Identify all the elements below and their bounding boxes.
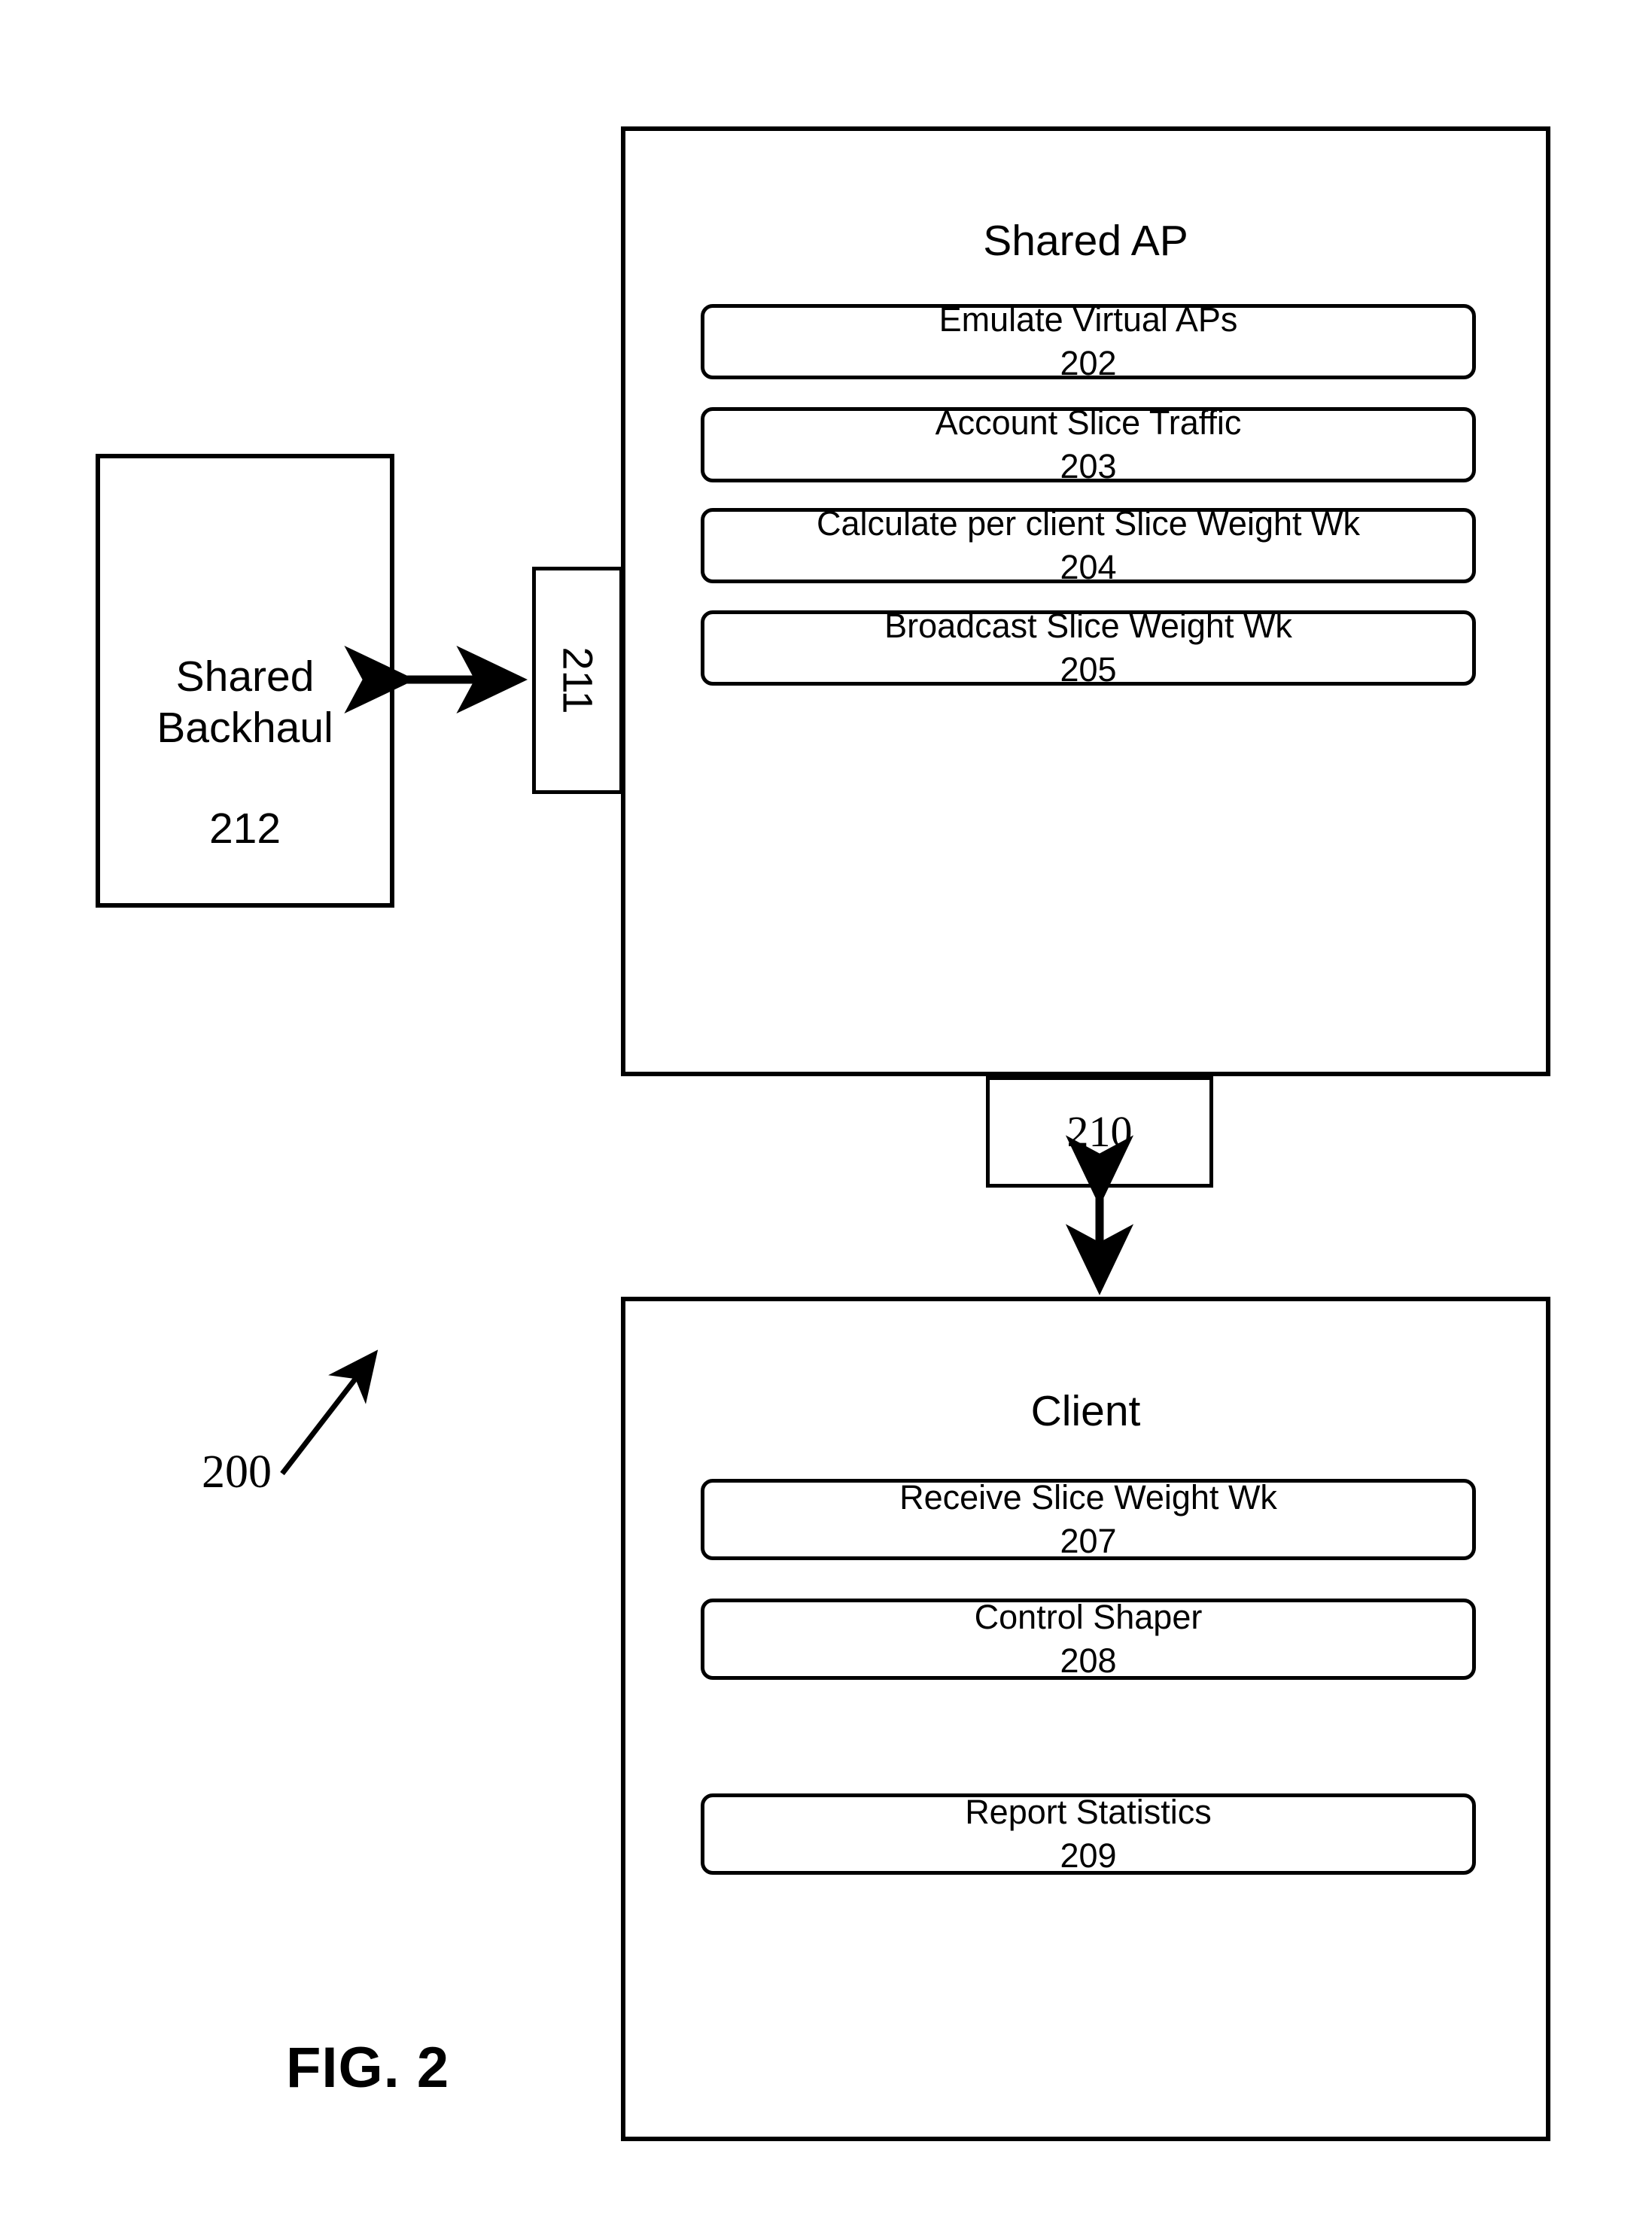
backhaul-interface-211-label: 211 — [554, 646, 602, 714]
wireless-interface-210-label: 210 — [1066, 1107, 1133, 1156]
process-receive-slice-weight-ref: 207 — [1060, 1522, 1117, 1560]
process-control-shaper-ref: 208 — [1060, 1641, 1117, 1680]
process-control-shaper-label: Control Shaper — [974, 1598, 1203, 1637]
process-account-slice-traffic-label: Account Slice Traffic — [935, 403, 1242, 443]
process-control-shaper: Control Shaper 208 — [701, 1598, 1476, 1680]
process-emulate-virtual-aps-ref: 202 — [1060, 344, 1117, 382]
process-broadcast-slice-weight-ref: 205 — [1060, 650, 1117, 689]
shared-ap-module: Shared AP 201 Emulate Virtual APs 202 Ac… — [621, 126, 1550, 1076]
process-report-statistics-ref: 209 — [1060, 1836, 1117, 1875]
figure-caption: FIG. 2 — [286, 2036, 450, 2100]
shared-backhaul-title: Shared Backhaul 212 — [100, 601, 390, 854]
process-report-statistics-label: Report Statistics — [965, 1793, 1212, 1832]
client-title-text: Client — [1030, 1387, 1141, 1436]
client-module: Client 206 Receive Slice Weight Wk 207 C… — [621, 1297, 1550, 2141]
shared-ap-title-text: Shared AP — [983, 217, 1188, 266]
shared-backhaul-module: Shared Backhaul 212 — [96, 454, 394, 908]
process-emulate-virtual-aps-label: Emulate Virtual APs — [939, 300, 1238, 339]
shared-backhaul-ref: 212 — [208, 805, 281, 853]
process-broadcast-slice-weight-label: Broadcast Slice Weight Wk — [884, 607, 1292, 646]
process-receive-slice-weight-label: Receive Slice Weight Wk — [899, 1478, 1277, 1517]
process-calculate-slice-weight-label: Calculate per client Slice Weight Wk — [817, 504, 1360, 543]
process-calculate-slice-weight-ref: 204 — [1060, 548, 1117, 586]
process-report-statistics: Report Statistics 209 — [701, 1793, 1476, 1875]
patent-figure-canvas: Shared AP 201 Emulate Virtual APs 202 Ac… — [0, 0, 1652, 2239]
process-broadcast-slice-weight: Broadcast Slice Weight Wk 205 — [701, 607, 1476, 689]
system-reference-200: 200 — [202, 1447, 272, 1498]
wireless-interface-210: 210 — [986, 1076, 1213, 1188]
process-receive-slice-weight: Receive Slice Weight Wk 207 — [701, 1478, 1476, 1560]
leader-line-200 — [280, 1349, 379, 1476]
shared-backhaul-title-text: Shared Backhaul — [157, 653, 333, 752]
process-emulate-virtual-aps: Emulate Virtual APs 202 — [701, 300, 1476, 382]
process-account-slice-traffic: Account Slice Traffic 203 — [701, 403, 1476, 485]
process-calculate-slice-weight: Calculate per client Slice Weight Wk 204 — [701, 504, 1476, 586]
backhaul-interface-211: 211 — [532, 567, 623, 794]
process-account-slice-traffic-ref: 203 — [1060, 447, 1117, 485]
